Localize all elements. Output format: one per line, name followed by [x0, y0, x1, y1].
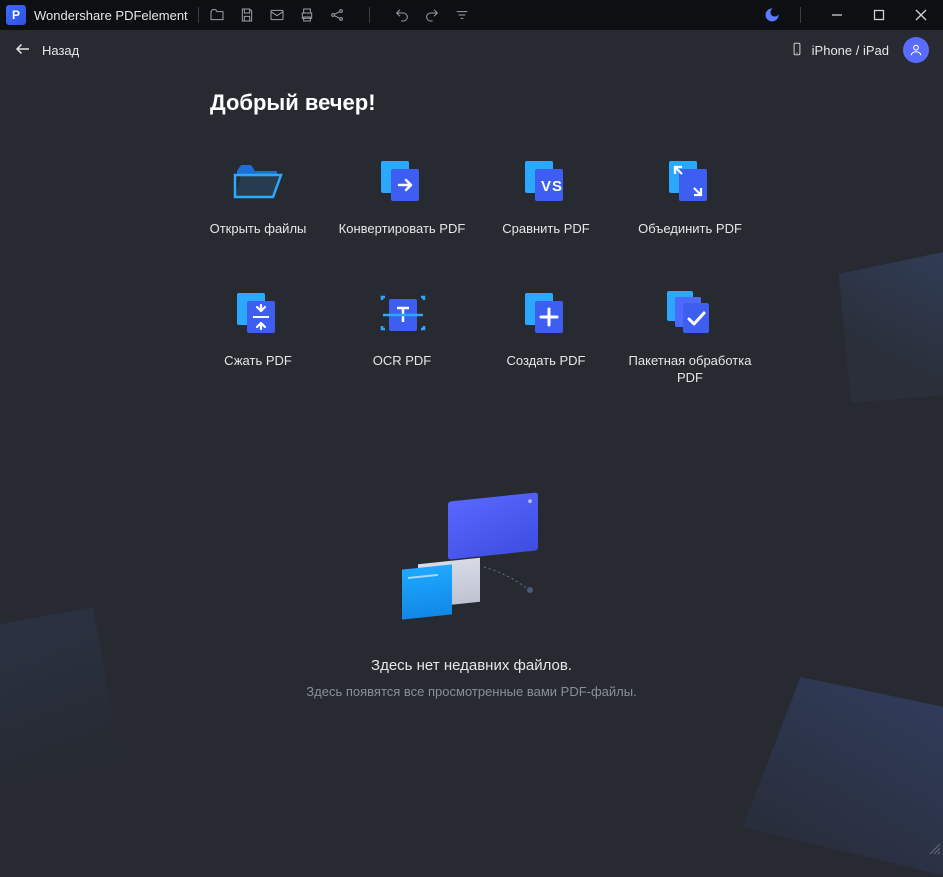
user-avatar-button[interactable] — [903, 37, 929, 63]
share-icon[interactable] — [329, 7, 345, 23]
app-logo-icon: P — [6, 5, 26, 25]
open-folder-icon[interactable] — [209, 7, 225, 23]
titlebar-quick-actions — [209, 7, 470, 23]
user-icon — [909, 43, 923, 57]
phone-icon — [790, 42, 804, 59]
tile-merge-pdf[interactable]: Объединить PDF — [618, 156, 762, 238]
tile-open-files[interactable]: Открыть файлы — [186, 156, 330, 238]
ocr-icon — [377, 288, 427, 338]
convert-icon — [377, 156, 427, 206]
back-button[interactable]: Назад — [14, 40, 79, 61]
tile-create-pdf[interactable]: Создать PDF — [474, 288, 618, 387]
subbar: Назад iPhone / iPad — [0, 30, 943, 70]
compare-icon: V S — [521, 156, 571, 206]
batch-icon — [665, 288, 715, 338]
titlebar-separator-2 — [369, 7, 370, 23]
empty-title: Здесь нет недавних файлов. — [371, 657, 572, 674]
merge-icon — [665, 156, 715, 206]
tile-label: Сравнить PDF — [502, 220, 590, 238]
tile-label: Пакетная обработка PDF — [625, 352, 755, 387]
titlebar-separator-3 — [800, 7, 801, 23]
tile-batch-pdf[interactable]: Пакетная обработка PDF — [618, 288, 762, 387]
mail-icon[interactable] — [269, 7, 285, 23]
svg-text:S: S — [552, 178, 562, 195]
tile-compare-pdf[interactable]: V S Сравнить PDF — [474, 156, 618, 238]
tile-label: OCR PDF — [373, 352, 432, 370]
tile-label: Сжать PDF — [224, 352, 292, 370]
empty-state: Здесь нет недавних файлов. Здесь появятс… — [0, 497, 943, 699]
dropdown-customize-icon[interactable] — [454, 7, 470, 23]
iphone-ipad-button[interactable]: iPhone / iPad — [790, 42, 889, 59]
tile-compress-pdf[interactable]: Сжать PDF — [186, 288, 330, 387]
app-title: Wondershare PDFelement — [34, 8, 188, 23]
save-icon[interactable] — [239, 7, 255, 23]
titlebar: P Wondershare PDFelement — [0, 0, 943, 30]
window-maximize-button[interactable] — [863, 0, 895, 30]
tile-label: Объединить PDF — [638, 220, 742, 238]
empty-subtitle: Здесь появятся все просмотренные вами PD… — [306, 684, 636, 699]
print-icon[interactable] — [299, 7, 315, 23]
window-close-button[interactable] — [905, 0, 937, 30]
titlebar-separator — [198, 7, 199, 23]
window-minimize-button[interactable] — [821, 0, 853, 30]
tile-convert-pdf[interactable]: Конвертировать PDF — [330, 156, 474, 238]
compress-icon — [233, 288, 283, 338]
svg-text:V: V — [541, 178, 551, 195]
redo-icon[interactable] — [424, 7, 440, 23]
bg-poly-bottom-right — [743, 677, 943, 877]
greeting-title: Добрый вечер! — [210, 90, 943, 116]
resize-grip-icon[interactable] — [927, 841, 941, 855]
back-label: Назад — [42, 43, 79, 58]
arrow-left-icon — [14, 40, 32, 61]
main-content: Добрый вечер! Открыть файлы — [0, 70, 943, 699]
action-grid: Открыть файлы Конвертировать PDF V S — [186, 156, 943, 387]
tile-label: Конвертировать PDF — [339, 220, 466, 238]
iphone-ipad-label: iPhone / iPad — [812, 43, 889, 58]
undo-icon[interactable] — [394, 7, 410, 23]
tile-ocr-pdf[interactable]: OCR PDF — [330, 288, 474, 387]
tile-label: Создать PDF — [506, 352, 585, 370]
theme-moon-icon[interactable] — [764, 7, 780, 23]
folder-open-icon — [233, 156, 283, 206]
create-icon — [521, 288, 571, 338]
empty-illustration-icon — [402, 497, 542, 617]
tile-label: Открыть файлы — [210, 220, 307, 238]
